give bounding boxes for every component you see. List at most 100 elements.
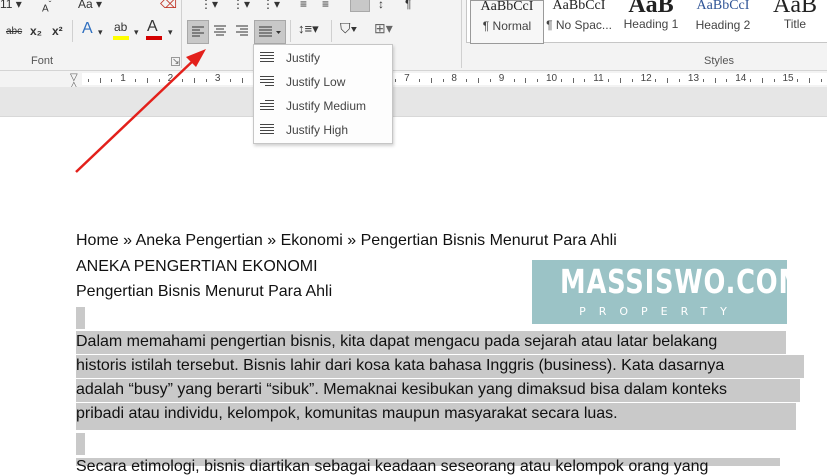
numbering-icon[interactable]: ⋮▾ (232, 0, 250, 11)
shading-button[interactable]: ⛉▾ (340, 21, 357, 35)
ruler-tick (418, 79, 420, 82)
font-size-box[interactable]: 11 ▾ (0, 0, 22, 11)
style-no-spacing[interactable]: AaBbCcI ¶ No Spac... (543, 0, 615, 42)
ruler-tick (135, 79, 137, 82)
justify-dropdown-menu: Justify Justify Low Justify Medium Justi… (253, 44, 393, 144)
justify-icon (259, 26, 281, 37)
show-marks-button[interactable] (350, 0, 370, 12)
watermark-title: MASSISWO.COM (560, 262, 805, 301)
page-title: Pengertian Bisnis Menurut Para Ahli (76, 283, 333, 300)
ruler-tick (513, 79, 515, 82)
style-preview: AaBbCcI (552, 0, 606, 13)
subscript-button[interactable]: x₂ (30, 24, 42, 38)
paragraph-line: Secara etimologi, bisnis diartikan sebag… (76, 458, 709, 475)
align-left-button[interactable] (187, 20, 209, 44)
justify-icon (260, 52, 274, 64)
bullets-icon[interactable]: ⋮▾ (200, 0, 218, 11)
font-color-button[interactable]: A (147, 19, 158, 35)
ruler-tick (537, 79, 539, 82)
superscript-button[interactable]: x² (52, 24, 63, 38)
ruler-tick (714, 78, 716, 83)
ruler-tick (241, 78, 243, 83)
watermark-logo: MASSISWO.COM PROPERTY (532, 260, 805, 324)
style-title[interactable]: AaB Title (759, 0, 827, 42)
separator (461, 0, 462, 68)
ruler-number: 1 (120, 73, 126, 84)
align-center-button[interactable] (210, 20, 230, 42)
ruler-number: 14 (735, 73, 747, 84)
align-right-button[interactable] (232, 20, 252, 42)
font-color-swatch (146, 36, 162, 40)
styles-group-label: Styles (704, 55, 734, 67)
ruler-tick (111, 79, 113, 82)
ruler-tick (489, 79, 491, 82)
ruler-tick (773, 79, 775, 82)
menu-item-justify[interactable]: Justify (254, 46, 392, 70)
style-preview: AaBbCcI (480, 0, 534, 14)
highlight-color-swatch (113, 36, 129, 40)
ruler-tick (194, 78, 196, 83)
ruler-number: 2 (167, 73, 174, 84)
ruler-tick (229, 79, 231, 82)
ruler-number: 3 (214, 73, 221, 84)
increase-indent-icon[interactable]: ≡ (322, 0, 329, 11)
ruler-number: 7 (404, 73, 410, 84)
menu-item-justify-low[interactable]: Justify Low (254, 70, 392, 94)
ruler-tick (619, 78, 621, 83)
align-right-icon (236, 25, 248, 36)
ruler-tick (750, 79, 752, 82)
style-name: Heading 1 (623, 17, 679, 31)
ruler-number: 10 (546, 73, 558, 84)
ruler-tick (146, 78, 148, 83)
highlight-dropdown-icon[interactable]: ▾ (134, 25, 139, 39)
justify-medium-icon (260, 100, 274, 112)
highlight-button[interactable]: ab (114, 20, 127, 34)
text-effects-button[interactable]: A (82, 21, 93, 37)
ruler-tick (797, 79, 799, 82)
line-spacing-button[interactable]: ↕≡▾ (298, 22, 319, 36)
change-case-button[interactable]: Aa ▾ (78, 0, 102, 11)
styles-gallery: AaBbCcI ¶ Normal AaBbCcI ¶ No Spac... Aa… (466, 0, 827, 44)
page-gap (0, 87, 827, 117)
ruler-tick (608, 79, 610, 82)
category-heading: ANEKA PENGERTIAN EKONOMI (76, 258, 318, 275)
text-effects-dropdown-icon[interactable]: ▾ (98, 25, 103, 39)
ruler-number: 8 (451, 73, 457, 84)
separator (72, 20, 73, 42)
style-heading-2[interactable]: AaBbCcI Heading 2 (687, 0, 759, 42)
font-dialog-launcher-icon[interactable]: ↘ (171, 57, 180, 66)
multilevel-list-icon[interactable]: ⋮▾ (262, 0, 280, 11)
style-heading-1[interactable]: AaB Heading 1 (615, 0, 687, 42)
separator (331, 20, 332, 42)
menu-item-justify-high[interactable]: Justify High (254, 118, 392, 142)
style-name: Heading 2 (695, 18, 751, 32)
font-color-dropdown-icon[interactable]: ▾ (168, 25, 173, 39)
separator (181, 0, 182, 68)
borders-button[interactable]: ⊞▾ (374, 21, 393, 35)
paragraph-mark-icon[interactable]: ¶ (405, 0, 411, 11)
ruler-tick (655, 79, 657, 82)
paragraph-line: historis istilah tersebut. Bisnis lahir … (76, 357, 725, 374)
font-group-label: Font (31, 55, 54, 67)
ruler-tick (478, 78, 480, 83)
ruler-number: 13 (687, 73, 700, 84)
ruler-number: 15 (782, 73, 794, 84)
sort-icon[interactable]: ↕ (378, 0, 384, 11)
ruler-tick (206, 79, 208, 82)
strikethrough-button[interactable]: abc (6, 25, 22, 39)
justify-button[interactable] (254, 20, 286, 44)
ribbon: 11 ▾ Aˇ Aa ▾ ⌫ ⋮▾ ⋮▾ ⋮▾ ≡ ≡ ↕ ¶ abc x₂ x… (0, 0, 827, 71)
ruler-tick (158, 79, 160, 82)
ruler-tick (466, 79, 468, 82)
ruler-tick (572, 78, 574, 83)
ruler-tick (809, 78, 811, 83)
align-center-icon (214, 25, 226, 36)
style-normal[interactable]: AaBbCcI ¶ Normal (470, 0, 544, 44)
justify-high-icon (260, 124, 274, 136)
breadcrumb: Home » Aneka Pengertian » Ekonomi » Peng… (76, 232, 617, 249)
menu-item-justify-medium[interactable]: Justify Medium (254, 94, 392, 118)
clear-formatting-icon[interactable]: ⌫ (160, 0, 177, 11)
decrease-indent-icon[interactable]: ≡ (300, 0, 307, 11)
ruler-tick (442, 79, 444, 82)
grow-font-icon[interactable]: Aˇ (42, 0, 51, 16)
